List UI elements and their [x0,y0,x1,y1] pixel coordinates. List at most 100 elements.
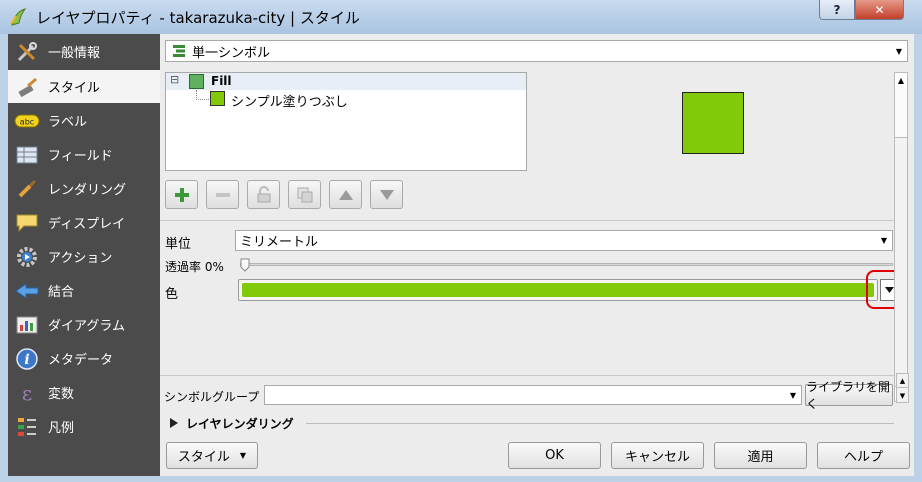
sidebar-item-general[interactable]: 一般情報 [8,35,160,68]
sidebar-item-actions[interactable]: アクション [8,240,160,273]
layer-rendering-toggle[interactable]: レイヤレンダリング [170,414,294,432]
sidebar-item-fields[interactable]: フィールド [8,138,160,171]
move-up-button[interactable] [329,180,362,209]
tree-row-fill[interactable]: ⊟ Fill [166,73,526,90]
unit-select-value: ミリメートル [240,235,319,250]
unit-select[interactable]: ミリメートル ▼ [235,230,893,251]
tree-label-fill: Fill [211,74,232,88]
sidebar-item-label: 結合 [48,285,75,300]
tree-connector [196,90,209,100]
epsilon-icon: ε [14,381,40,405]
dialog-window: レイヤプロパティ - takarazuka-city | スタイル ? ✕ 一般… [0,0,922,482]
collapse-icon[interactable]: ⊟ [170,73,179,86]
small-scrollbar[interactable]: ▲ ▼ [896,373,909,403]
scroll-up-icon[interactable]: ▲ [895,73,907,88]
tree-label-simple-fill: シンプル塗りつぶし [231,95,348,110]
add-symbol-layer-button[interactable] [165,180,198,209]
renderer-select[interactable]: 単一シンボル ▼ [165,40,908,62]
apply-button[interactable]: 適用 [714,442,807,469]
chevron-down-icon: ▼ [895,46,903,56]
join-arrow-icon [14,279,40,303]
table-icon [14,143,40,167]
expand-arrow-icon [170,418,178,428]
minus-icon [215,192,230,197]
sidebar-item-label: 凡例 [48,421,75,436]
chevron-down-icon: ▼ [789,390,797,400]
brush-icon [14,177,40,201]
svg-text:ε: ε [22,382,32,404]
color-label: 色 [165,287,179,302]
divider [306,423,894,424]
close-icon: ✕ [874,2,885,17]
style-panel: 単一シンボル ▼ ⊟ Fill シンプル塗りつぶし 単位 ミリメートル ▼ 透過… [160,34,914,476]
opacity-label: 透過率 0% [165,260,224,274]
opacity-slider[interactable] [240,258,893,272]
panel-scrollbar[interactable]: ▲ ▼ [894,72,908,402]
duplicate-layer-button[interactable] [288,180,321,209]
sidebar-item-display[interactable]: ディスプレイ [8,206,160,239]
sidebar-item-label: アクション [48,251,113,266]
help-button[interactable]: ヘルプ [817,442,910,469]
duplicate-icon [297,187,312,202]
sidebar-item-label: メタデータ [48,353,114,368]
sidebar-item-joins[interactable]: 結合 [8,274,160,307]
tools-icon [14,40,40,64]
diagram-icon [14,313,40,337]
svg-text:i: i [24,352,29,368]
unit-label: 単位 [165,237,192,252]
arrow-down-icon [379,189,394,200]
sidebar-item-label: ラベル [48,115,88,130]
divider [160,375,894,376]
qgis-logo-icon [10,8,27,26]
plus-icon [174,187,189,202]
arrow-up-icon [338,189,353,200]
sidebar-item-rendering[interactable]: レンダリング [8,172,160,205]
sidebar-item-label: ダイアグラム [48,319,125,334]
ok-button[interactable]: OK [508,442,601,469]
style-menu-button[interactable]: スタイル ▼ [166,442,258,469]
legend-icon [14,415,40,439]
lock-icon [257,185,270,202]
sidebar-item-label: 変数 [48,387,75,402]
scroll-up-icon[interactable]: ▲ [897,374,908,388]
divider [160,220,894,221]
tree-row-simple-fill[interactable]: シンプル塗りつぶし [166,90,526,110]
help-title-button[interactable]: ? [819,0,855,20]
svg-text:abc: abc [20,117,34,126]
color-button[interactable] [238,279,878,301]
symbol-group-select[interactable]: ▼ [264,385,802,405]
color-swatch [242,283,874,297]
symbol-group-label: シンボルグループ [164,390,260,404]
info-icon: i [14,347,40,371]
paintbrush-icon [14,75,40,99]
scroll-thumb[interactable] [895,87,907,138]
sidebar-item-diagrams[interactable]: ダイアグラム [8,308,160,341]
chevron-down-icon: ▼ [239,451,247,460]
sidebar-item-variables[interactable]: ε 変数 [8,376,160,409]
sidebar-item-label: 一般情報 [48,46,101,61]
sidebar-item-metadata[interactable]: i メタデータ [8,342,160,375]
dialog-client: 一般情報 スタイル abc ラベル フィールド レンダリング ディスプレイ アク… [8,34,914,476]
chevron-down-icon: ▼ [880,236,888,245]
sidebar-item-style[interactable]: スタイル [8,70,160,103]
cancel-button[interactable]: キャンセル [611,442,704,469]
simple-fill-swatch [210,91,225,106]
sidebar-item-label: フィールド [48,149,113,164]
scroll-down-icon[interactable]: ▼ [897,389,908,402]
speech-bubble-icon [14,211,40,235]
sidebar-item-legend[interactable]: 凡例 [8,410,160,443]
close-title-button[interactable]: ✕ [855,0,904,20]
sidebar-item-label: ディスプレイ [48,217,126,232]
slider-handle-icon[interactable] [240,258,250,272]
lock-layer-button[interactable] [247,180,280,209]
question-icon: ? [833,2,841,17]
remove-symbol-layer-button[interactable] [206,180,239,209]
move-down-button[interactable] [370,180,403,209]
open-library-button[interactable]: ライブラリを開く [805,380,893,411]
renderer-select-value: 単一シンボル [192,45,271,61]
sidebar-item-label: レンダリング [48,183,127,198]
gear-icon [14,245,40,269]
title-bar[interactable]: レイヤプロパティ - takarazuka-city | スタイル ? ✕ [0,0,922,34]
sidebar-item-labels[interactable]: abc ラベル [8,104,160,137]
symbol-layer-tree[interactable]: ⊟ Fill シンプル塗りつぶし [165,72,527,171]
